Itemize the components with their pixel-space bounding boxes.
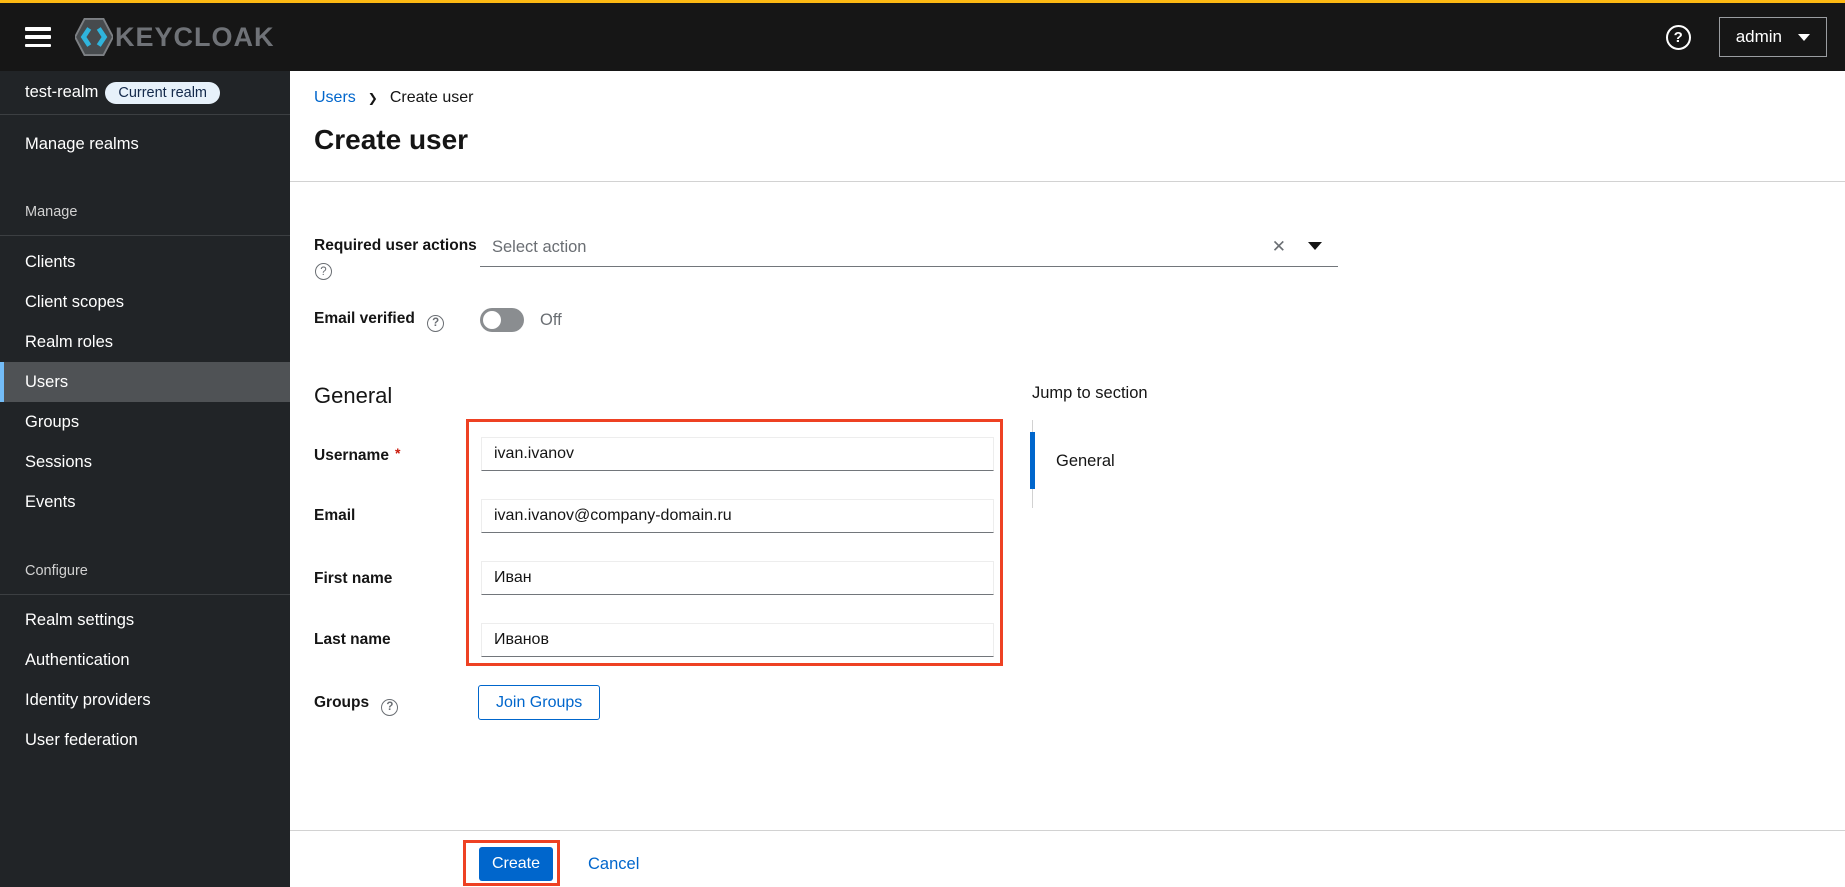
groups-help-icon[interactable]: ? [381,698,399,716]
keycloak-logo-icon [75,17,113,56]
sidebar-item-identity-providers[interactable]: Identity providers [0,680,290,720]
email-verified-state: Off [540,311,562,329]
sidebar-item-events[interactable]: Events [0,482,290,522]
jump-to-section-title: Jump to section [1032,384,1148,402]
required-user-actions-select[interactable]: Select action ✕ [480,229,1338,267]
email-verified-label: Email verified ? [314,310,445,332]
select-placeholder: Select action [492,238,587,256]
jump-link-general[interactable]: General [1056,452,1115,471]
footer-divider [290,830,1845,831]
user-menu-label: admin [1735,27,1782,46]
user-menu-dropdown[interactable]: admin [1718,17,1827,57]
nav-section-manage: Manage [25,204,78,220]
sidebar-item-sessions[interactable]: Sessions [0,442,290,482]
realm-name: test-realm [25,83,99,101]
sidebar-item-clients[interactable]: Clients [0,242,290,282]
first-name-label: First name [314,570,393,587]
toggle-knob [483,311,501,329]
sidebar-item-realm-settings[interactable]: Realm settings [0,600,290,640]
sidebar-item-users[interactable]: Users [0,362,290,402]
sidebar-divider [0,235,290,236]
first-name-input[interactable] [481,561,994,595]
groups-label: Groups ? [314,694,399,716]
email-label: Email [314,507,356,524]
help-glyph: ? [1673,28,1683,46]
email-verified-help-icon[interactable]: ? [427,314,445,332]
sidebar-item-client-scopes[interactable]: Client scopes [0,282,290,322]
sidebar-item-groups[interactable]: Groups [0,402,290,442]
email-verified-toggle[interactable] [480,308,524,332]
sidebar-item-user-federation[interactable]: User federation [0,720,290,760]
general-section-heading: General [314,383,393,408]
header-divider [290,181,1845,182]
realm-selector[interactable]: test-realm Current realm [0,71,290,115]
breadcrumb-separator-icon: ❯ [367,91,378,105]
chevron-down-icon[interactable] [1308,242,1322,250]
jump-link-active-indicator [1030,432,1035,489]
brand-name: KEYCLOAK [115,21,275,52]
main-content: Users ❯ Create user Create user Required… [290,71,1845,887]
clear-selection-icon[interactable]: ✕ [1272,237,1286,257]
breadcrumb: Users ❯ Create user [314,89,473,107]
last-name-label: Last name [314,631,391,648]
required-user-actions-label: Required user actions [314,237,477,254]
current-realm-badge: Current realm [105,81,220,104]
chevron-down-icon [1798,33,1810,41]
username-label: Username * [314,445,401,464]
cancel-link[interactable]: Cancel [588,855,639,874]
sidebar-item-authentication[interactable]: Authentication [0,640,290,680]
nav-section-configure: Configure [25,563,88,579]
keycloak-logo[interactable]: KEYCLOAK [75,16,275,58]
breadcrumb-users-link[interactable]: Users [314,89,356,107]
breadcrumb-current: Create user [389,89,474,106]
sidebar-nav: test-realm Current realm Manage realms M… [0,71,290,887]
email-input[interactable] [481,499,994,533]
last-name-input[interactable] [481,623,994,657]
required-asterisk: * [394,445,401,461]
sidebar-divider [0,594,290,595]
join-groups-button[interactable]: Join Groups [478,685,601,720]
required-user-actions-help-icon[interactable]: ? [315,263,332,280]
top-bar: KEYCLOAK ? admin [0,0,1845,71]
hamburger-menu-icon[interactable] [25,27,51,47]
sidebar-item-realm-roles[interactable]: Realm roles [0,322,290,362]
help-icon[interactable]: ? [1665,24,1691,50]
create-button[interactable]: Create [479,847,554,881]
username-input[interactable] [481,437,994,471]
sidebar-item-manage-realms[interactable]: Manage realms [0,124,290,164]
page-title: Create user [314,124,469,155]
